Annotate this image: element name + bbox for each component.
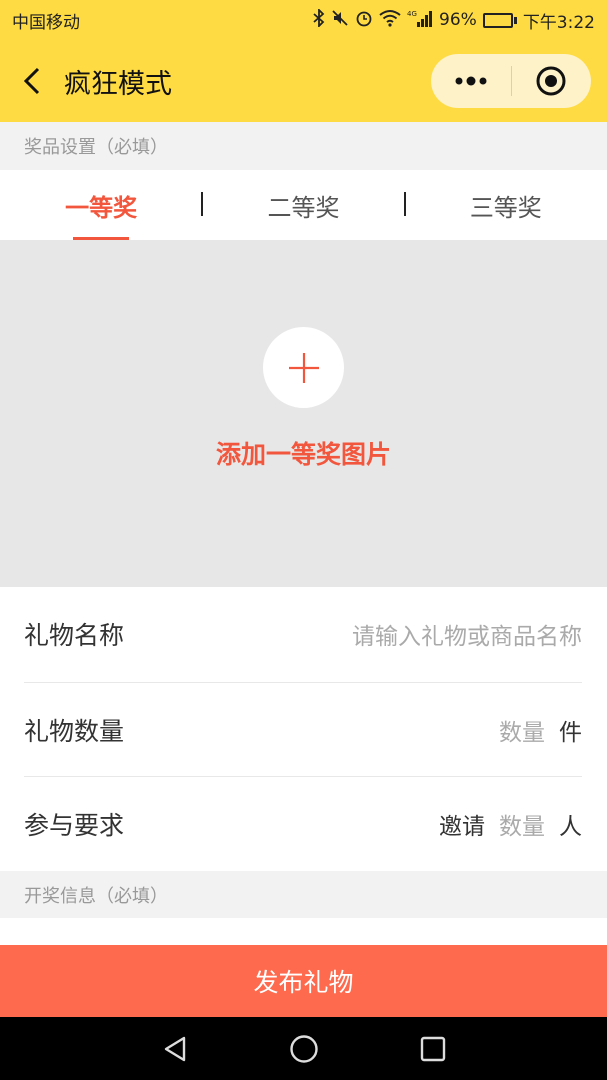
battery-icon	[482, 12, 517, 28]
gift-name-input[interactable]: 请输入礼物或商品名称	[352, 617, 582, 651]
add-image-button[interactable]	[263, 327, 344, 408]
back-icon	[23, 67, 40, 95]
carrier-name: 中国移动	[12, 12, 80, 33]
gift-qty-row: 礼物数量 数量 件	[24, 683, 582, 777]
prize-tabs: 一等奖 二等奖 三等奖	[0, 170, 607, 240]
system-recents-button[interactable]	[403, 1019, 463, 1079]
network-label: 4G	[407, 10, 417, 18]
system-home-button[interactable]	[274, 1019, 334, 1079]
tab-divider	[404, 192, 406, 216]
draw-section-content	[0, 918, 607, 945]
gift-qty-unit: 件	[559, 720, 582, 746]
tab-divider	[201, 192, 203, 216]
status-bar: 中国移动 4G 96% 下午3:22	[0, 0, 607, 40]
gift-qty-label: 礼物数量	[24, 717, 125, 746]
add-image-label: 添加一等奖图片	[215, 440, 391, 469]
gift-name-label: 礼物名称	[24, 621, 125, 650]
nav-bar: 疯狂模式	[0, 40, 607, 122]
prize-image-upload-area[interactable]	[0, 240, 607, 587]
gift-form: 礼物名称 请输入礼物或商品名称 礼物数量 数量 件 参与要求 邀请 数量 人	[0, 587, 607, 871]
page-title: 疯狂模式	[64, 68, 172, 100]
system-back-button[interactable]	[145, 1019, 205, 1079]
bluetooth-icon	[313, 7, 325, 31]
plus-icon	[288, 352, 319, 383]
draw-section-header: 开奖信息（必填）	[0, 871, 607, 918]
gift-name-row: 礼物名称 请输入礼物或商品名称	[24, 587, 582, 681]
invite-qty-input[interactable]: 数量	[499, 807, 545, 841]
requirement-row: 参与要求 邀请 数量 人	[24, 777, 582, 871]
circle-home-icon	[289, 1034, 318, 1063]
signal-icon: 4G	[407, 9, 433, 31]
tab-first-prize[interactable]: 一等奖	[0, 170, 202, 240]
tab-third-prize[interactable]: 三等奖	[405, 170, 607, 240]
triangle-back-icon	[164, 1036, 185, 1061]
back-button[interactable]	[0, 40, 64, 122]
invite-unit: 人	[559, 814, 582, 840]
alarm-icon	[355, 9, 373, 31]
mute-icon	[331, 9, 349, 31]
more-button[interactable]	[431, 54, 511, 108]
close-mini-program-button[interactable]	[512, 54, 592, 108]
close-target-icon	[536, 66, 566, 96]
more-icon	[455, 76, 487, 86]
prize-section-header: 奖品设置（必填）	[0, 122, 607, 170]
gift-qty-input[interactable]: 数量	[499, 713, 545, 747]
wifi-icon	[379, 9, 401, 31]
clock: 下午3:22	[522, 12, 595, 33]
tab-second-prize[interactable]: 二等奖	[202, 170, 404, 240]
mini-program-capsule	[431, 54, 591, 108]
square-recents-icon	[420, 1036, 445, 1061]
battery-percent: 96%	[439, 10, 477, 30]
publish-gift-button[interactable]: 发布礼物	[0, 945, 607, 1017]
status-icons: 4G 96% 下午3:22	[313, 7, 595, 33]
invite-label: 邀请	[439, 814, 485, 840]
system-nav-bar	[0, 1017, 607, 1080]
requirement-label: 参与要求	[24, 811, 125, 840]
